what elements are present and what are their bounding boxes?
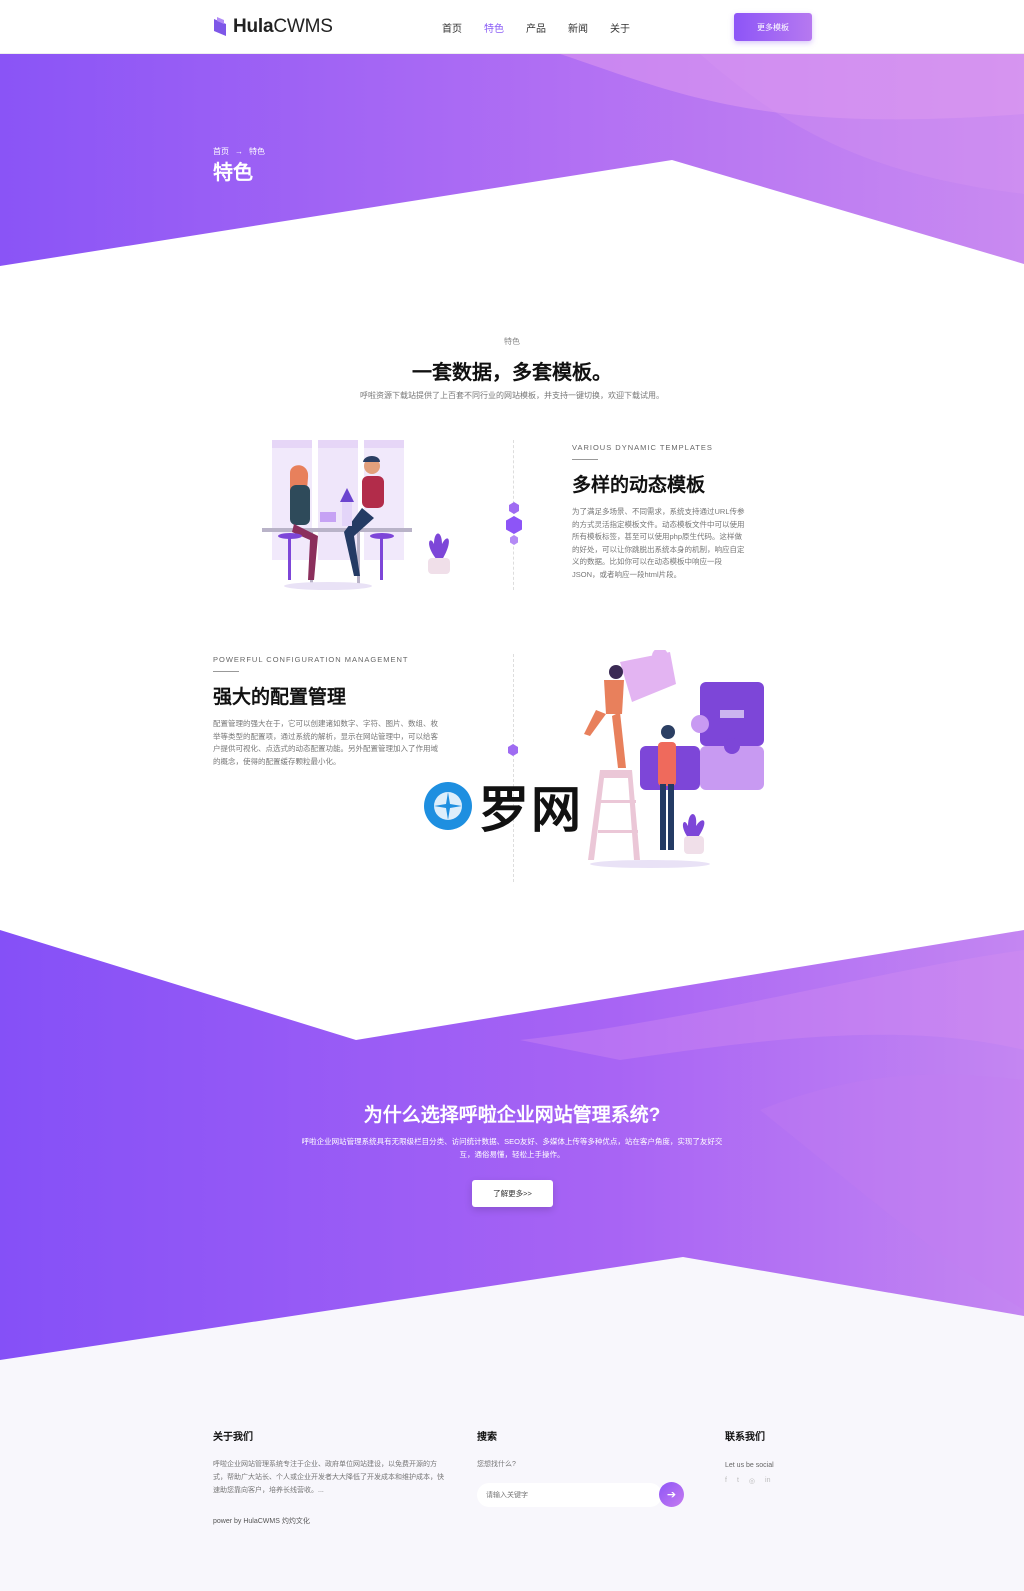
watermark-text: 罗网 [479,782,583,838]
feature-text: 为了满足多场景、不同需求，系统支持通过URL传参的方式灵活指定模板文件。动态模板… [572,507,745,579]
more-templates-button[interactable]: 更多模板 [734,13,812,41]
footer-contact-title: 联系我们 [725,1432,765,1443]
logo-mark-icon [214,17,226,36]
timeline-hexagon-icon [508,744,518,756]
footer-search-input[interactable] [477,1483,662,1507]
timeline-divider [513,654,514,882]
search-submit-icon[interactable]: ➔ [659,1482,684,1507]
nav-item-features[interactable]: 特色 [484,20,504,35]
site-logo[interactable]: HulaCWMS [213,15,333,39]
feature-kicker: POWERFUL CONFIGURATION MANAGEMENT [213,655,409,664]
twitter-icon[interactable]: t [737,1477,739,1485]
feature-divider [213,671,239,672]
section-description: 呼啦资源下载站提供了上百套不同行业的网站模板，并支持一键切换，欢迎下载试用。 [360,391,664,400]
feature-title: 强大的配置管理 [213,687,347,708]
timeline-hexagon-icon [506,502,522,545]
instagram-icon[interactable]: ◎ [749,1477,755,1485]
footer-search-hint: 您想找什么? [477,1461,516,1468]
puzzle-teamwork-illustration [584,650,764,868]
footer-contact-hint: Let us be social [725,1462,774,1469]
social-links: f t ◎ in [725,1477,770,1485]
facebook-icon[interactable]: f [725,1477,727,1485]
cta-description: 呼啦企业网站管理系统具有无限级栏目分类、访问统计数据、SEO友好、多媒体上传等多… [301,1137,723,1159]
watermark-globe-icon [424,782,472,830]
hero-background [0,54,1024,274]
logo-text: HulaCWMS [233,16,333,37]
section-title: 一套数据，多套模板。 [412,362,612,384]
feature-divider [572,459,598,460]
feature-text: 配置管理的强大在于，它可以创建诸如数字、字符、图片、数组、枚举等类型的配置项，通… [213,719,438,766]
footer-powered-by[interactable]: power by HulaCWMS 灼灼文化 [213,1515,310,1528]
footer-about-title: 关于我们 [213,1432,253,1443]
nav-item-news[interactable]: 新闻 [568,20,588,35]
watermark: 罗网 [423,770,583,842]
feature-title: 多样的动态模板 [572,475,706,496]
page-title: 特色 [213,162,253,184]
feature-kicker: VARIOUS DYNAMIC TEMPLATES [572,443,713,452]
breadcrumb-arrow-icon: → [235,147,243,156]
footer-search-title: 搜索 [477,1432,497,1443]
section-kicker: 特色 [504,337,520,346]
site-header: HulaCWMS 首页 特色 产品 新闻 关于 更多模板 [0,0,1024,54]
hero-banner [0,54,1024,274]
linkedin-icon[interactable]: in [765,1477,770,1485]
main-nav: 首页 特色 产品 新闻 关于 [442,20,630,35]
nav-item-home[interactable]: 首页 [442,20,462,35]
footer-about-text: 呼啦企业网站管理系统专注于企业、政府单位网站建设，以免费开源的方式，帮助广大站长… [213,1461,444,1494]
cta-title: 为什么选择呼啦企业网站管理系统? [363,1105,661,1126]
team-meeting-illustration [262,440,450,590]
learn-more-button[interactable]: 了解更多>> [472,1180,553,1207]
nav-item-about[interactable]: 关于 [610,20,630,35]
nav-item-products[interactable]: 产品 [526,20,546,35]
